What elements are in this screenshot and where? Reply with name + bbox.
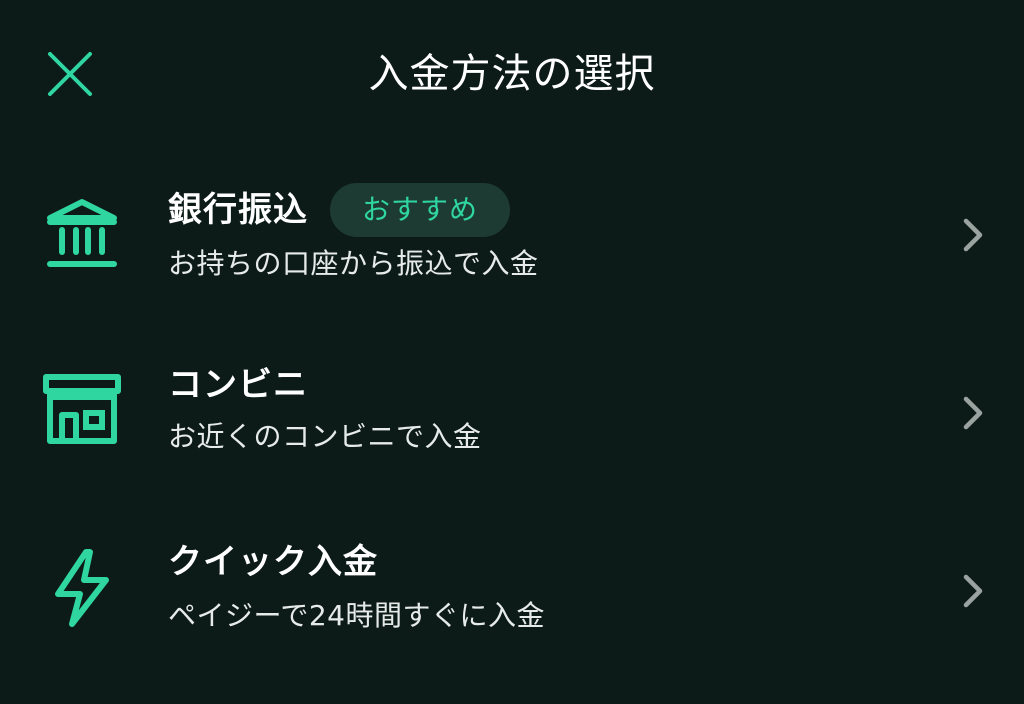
method-row-convenience-store[interactable]: コンビニ お近くのコンビニで入金 <box>0 327 1024 504</box>
method-row-quick-deposit[interactable]: クイック入金 ペイジーで24時間すぐに入金 <box>0 504 1024 681</box>
deposit-method-sheet: 入金方法の選択 銀行振込 おすすめ お持ちの口座から振込で入金 コンビニ お近く… <box>0 0 1024 704</box>
chevron-right-icon <box>958 571 990 611</box>
method-row-bank-transfer[interactable]: 銀行振込 おすすめ お持ちの口座から振込で入金 <box>0 150 1024 327</box>
store-icon <box>40 367 124 451</box>
method-title-line: コンビニ <box>168 357 308 413</box>
method-title: コンビニ <box>168 365 308 405</box>
method-title: クイック入金 <box>168 542 378 582</box>
lightning-icon <box>40 546 124 630</box>
method-title-line: 銀行振込 おすすめ <box>168 182 511 238</box>
recommended-badge: おすすめ <box>330 183 511 237</box>
header: 入金方法の選択 <box>0 0 1024 150</box>
method-title: 銀行振込 <box>168 190 308 230</box>
deposit-method-list: 銀行振込 おすすめ お持ちの口座から振込で入金 コンビニ お近くのコンビニで入金… <box>0 150 1024 681</box>
bank-icon <box>40 190 124 274</box>
method-subtitle: お持ちの口座から振込で入金 <box>168 247 539 280</box>
page-title: 入金方法の選択 <box>368 51 656 97</box>
method-subtitle: ペイジーで24時間すぐに入金 <box>168 599 545 632</box>
method-title-line: クイック入金 <box>168 534 378 590</box>
chevron-right-icon <box>958 215 990 255</box>
chevron-right-icon <box>958 393 990 433</box>
method-subtitle: お近くのコンビニで入金 <box>168 420 482 453</box>
